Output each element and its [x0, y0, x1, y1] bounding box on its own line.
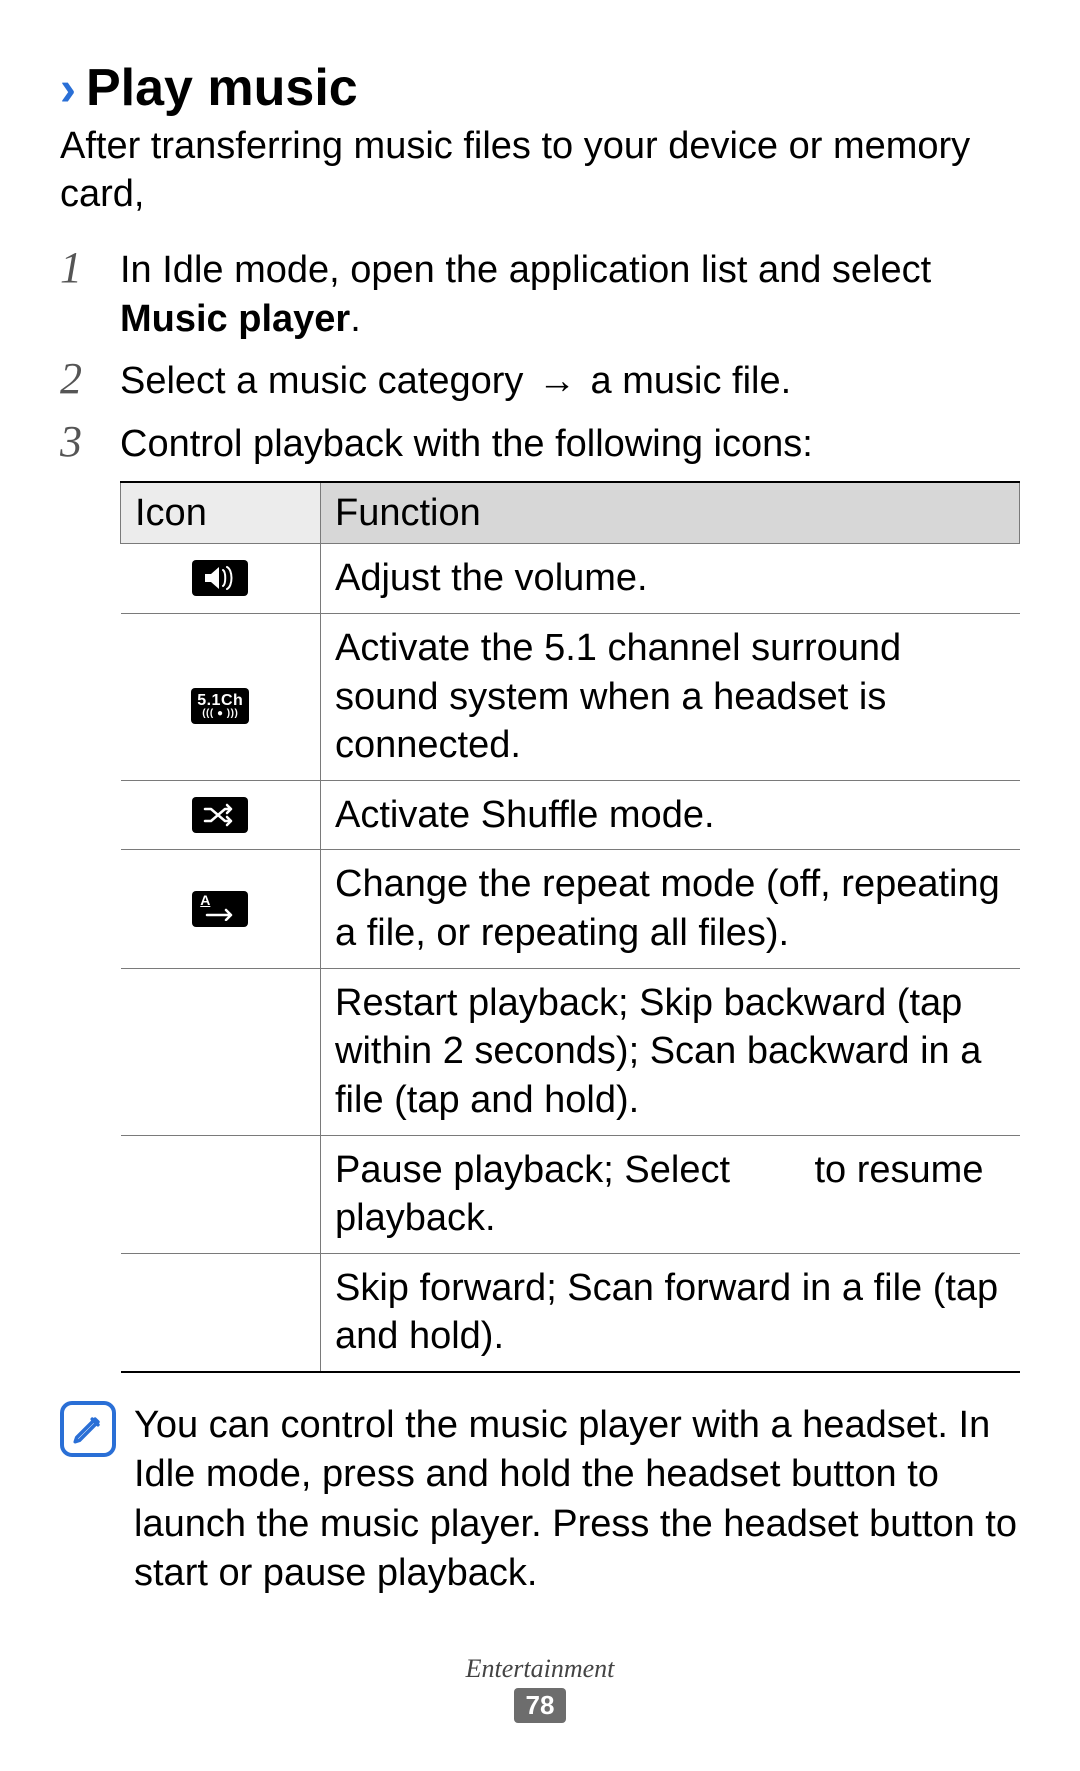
text-span: Pause playback; Select	[335, 1149, 741, 1191]
step-number: 3	[60, 420, 96, 1373]
table-row: 5.1Ch ((( ● ))) Activate the 5.1 channel…	[121, 613, 1020, 780]
icon-cell: 5.1Ch ((( ● )))	[121, 613, 321, 780]
table-row: Skip forward; Scan forward in a file (ta…	[121, 1253, 1020, 1372]
table-row: Restart playback; Skip backward (tap wit…	[121, 968, 1020, 1135]
icon-letter-a: A	[200, 893, 210, 907]
icon-cell	[121, 1253, 321, 1372]
step-2: 2 Select a music category → a music file…	[60, 357, 1020, 406]
chevron-right-icon: ›	[60, 66, 76, 114]
icon-cell	[121, 1135, 321, 1253]
function-cell: Pause playback; Select to resume playbac…	[321, 1135, 1020, 1253]
table-row: Adjust the volume.	[121, 544, 1020, 614]
footer-page-number: 78	[514, 1688, 567, 1723]
table-header-row: Icon Function	[121, 482, 1020, 544]
icon-cell	[121, 544, 321, 614]
note-block: You can control the music player with a …	[60, 1401, 1020, 1599]
function-cell: Activate Shuffle mode.	[321, 780, 1020, 850]
text-span: Select a music category	[120, 360, 534, 402]
step-text: Select a music category → a music file.	[120, 357, 1020, 406]
header-function: Function	[321, 482, 1020, 544]
function-cell: Adjust the volume.	[321, 544, 1020, 614]
icon-label-bottom: ((( ● )))	[202, 709, 238, 719]
icon-label-top: 5.1Ch	[197, 693, 243, 709]
step-number: 2	[60, 357, 96, 406]
shuffle-icon	[192, 797, 248, 833]
icon-cell: A	[121, 850, 321, 968]
table-row: Pause playback; Select to resume playbac…	[121, 1135, 1020, 1253]
steps-list: 1 In Idle mode, open the application lis…	[60, 246, 1020, 1373]
text-span: .	[350, 298, 361, 340]
note-text: You can control the music player with a …	[134, 1401, 1020, 1599]
table-row: Activate Shuffle mode.	[121, 780, 1020, 850]
footer-category: Entertainment	[0, 1654, 1080, 1684]
icon-cell	[121, 968, 321, 1135]
repeat-mode-icon: A	[192, 891, 248, 927]
note-pencil-icon	[60, 1401, 116, 1457]
heading-title: Play music	[86, 60, 358, 117]
text-span: In Idle mode, open the application list …	[120, 249, 931, 291]
section-heading: › Play music	[60, 60, 1020, 117]
function-cell: Activate the 5.1 channel surround sound …	[321, 613, 1020, 780]
step-3: 3 Control playback with the following ic…	[60, 420, 1020, 1373]
function-cell: Restart playback; Skip backward (tap wit…	[321, 968, 1020, 1135]
step-number: 1	[60, 246, 96, 343]
text-span: a music file.	[580, 360, 791, 402]
volume-icon	[192, 560, 248, 596]
step-text: Control playback with the following icon…	[120, 420, 1020, 1373]
icon-function-table: Icon Function Adjust the volume.	[120, 481, 1020, 1373]
step-text: In Idle mode, open the application list …	[120, 246, 1020, 343]
table-row: A Change the repeat mode (off, repeating…	[121, 850, 1020, 968]
header-icon: Icon	[121, 482, 321, 544]
page-footer: Entertainment 78	[0, 1654, 1080, 1723]
manual-page: › Play music After transferring music fi…	[0, 0, 1080, 1771]
function-cell: Change the repeat mode (off, repeating a…	[321, 850, 1020, 968]
step-1: 1 In Idle mode, open the application lis…	[60, 246, 1020, 343]
icon-cell	[121, 780, 321, 850]
surround-51-icon: 5.1Ch ((( ● )))	[191, 688, 249, 724]
bold-app-name: Music player	[120, 298, 350, 340]
function-cell: Skip forward; Scan forward in a file (ta…	[321, 1253, 1020, 1372]
arrow-right-icon: →	[534, 357, 580, 406]
intro-text: After transferring music files to your d…	[60, 123, 1020, 218]
text-span: Control playback with the following icon…	[120, 423, 813, 465]
